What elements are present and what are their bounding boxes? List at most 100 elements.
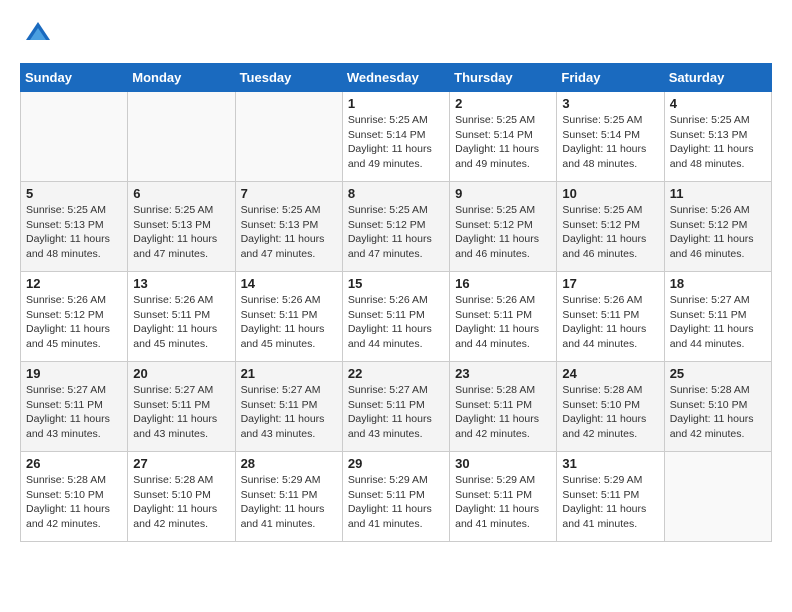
day-info: Sunrise: 5:27 AM Sunset: 5:11 PM Dayligh… bbox=[26, 383, 122, 442]
day-number: 1 bbox=[348, 96, 444, 111]
calendar-cell: 16 Sunrise: 5:26 AM Sunset: 5:11 PM Dayl… bbox=[450, 272, 557, 362]
day-info: Sunrise: 5:29 AM Sunset: 5:11 PM Dayligh… bbox=[241, 473, 337, 532]
calendar-cell: 24 Sunrise: 5:28 AM Sunset: 5:10 PM Dayl… bbox=[557, 362, 664, 452]
calendar-cell: 20 Sunrise: 5:27 AM Sunset: 5:11 PM Dayl… bbox=[128, 362, 235, 452]
calendar-cell: 17 Sunrise: 5:26 AM Sunset: 5:11 PM Dayl… bbox=[557, 272, 664, 362]
page-header bbox=[20, 20, 772, 53]
day-header-monday: Monday bbox=[128, 64, 235, 92]
day-number: 28 bbox=[241, 456, 337, 471]
calendar-table: SundayMondayTuesdayWednesdayThursdayFrid… bbox=[20, 63, 772, 542]
day-info: Sunrise: 5:26 AM Sunset: 5:11 PM Dayligh… bbox=[241, 293, 337, 352]
day-number: 17 bbox=[562, 276, 658, 291]
day-number: 11 bbox=[670, 186, 766, 201]
day-number: 23 bbox=[455, 366, 551, 381]
day-info: Sunrise: 5:25 AM Sunset: 5:13 PM Dayligh… bbox=[26, 203, 122, 262]
day-info: Sunrise: 5:26 AM Sunset: 5:12 PM Dayligh… bbox=[26, 293, 122, 352]
day-number: 16 bbox=[455, 276, 551, 291]
calendar-cell: 29 Sunrise: 5:29 AM Sunset: 5:11 PM Dayl… bbox=[342, 452, 449, 542]
day-info: Sunrise: 5:28 AM Sunset: 5:11 PM Dayligh… bbox=[455, 383, 551, 442]
day-info: Sunrise: 5:25 AM Sunset: 5:12 PM Dayligh… bbox=[455, 203, 551, 262]
calendar-cell: 25 Sunrise: 5:28 AM Sunset: 5:10 PM Dayl… bbox=[664, 362, 771, 452]
calendar-cell: 19 Sunrise: 5:27 AM Sunset: 5:11 PM Dayl… bbox=[21, 362, 128, 452]
day-number: 31 bbox=[562, 456, 658, 471]
calendar-cell: 2 Sunrise: 5:25 AM Sunset: 5:14 PM Dayli… bbox=[450, 92, 557, 182]
calendar-cell: 9 Sunrise: 5:25 AM Sunset: 5:12 PM Dayli… bbox=[450, 182, 557, 272]
day-number: 26 bbox=[26, 456, 122, 471]
calendar-cell bbox=[235, 92, 342, 182]
calendar-cell: 6 Sunrise: 5:25 AM Sunset: 5:13 PM Dayli… bbox=[128, 182, 235, 272]
day-number: 20 bbox=[133, 366, 229, 381]
day-info: Sunrise: 5:27 AM Sunset: 5:11 PM Dayligh… bbox=[241, 383, 337, 442]
day-number: 4 bbox=[670, 96, 766, 111]
day-header-friday: Friday bbox=[557, 64, 664, 92]
day-number: 29 bbox=[348, 456, 444, 471]
calendar-cell: 7 Sunrise: 5:25 AM Sunset: 5:13 PM Dayli… bbox=[235, 182, 342, 272]
day-info: Sunrise: 5:25 AM Sunset: 5:12 PM Dayligh… bbox=[348, 203, 444, 262]
day-info: Sunrise: 5:25 AM Sunset: 5:14 PM Dayligh… bbox=[562, 113, 658, 172]
day-number: 2 bbox=[455, 96, 551, 111]
day-info: Sunrise: 5:25 AM Sunset: 5:13 PM Dayligh… bbox=[241, 203, 337, 262]
day-number: 8 bbox=[348, 186, 444, 201]
day-header-sunday: Sunday bbox=[21, 64, 128, 92]
calendar-cell: 11 Sunrise: 5:26 AM Sunset: 5:12 PM Dayl… bbox=[664, 182, 771, 272]
day-info: Sunrise: 5:29 AM Sunset: 5:11 PM Dayligh… bbox=[562, 473, 658, 532]
day-header-saturday: Saturday bbox=[664, 64, 771, 92]
day-number: 12 bbox=[26, 276, 122, 291]
day-info: Sunrise: 5:26 AM Sunset: 5:12 PM Dayligh… bbox=[670, 203, 766, 262]
day-number: 9 bbox=[455, 186, 551, 201]
logo bbox=[20, 20, 52, 53]
day-info: Sunrise: 5:27 AM Sunset: 5:11 PM Dayligh… bbox=[133, 383, 229, 442]
calendar-cell: 23 Sunrise: 5:28 AM Sunset: 5:11 PM Dayl… bbox=[450, 362, 557, 452]
calendar-cell: 12 Sunrise: 5:26 AM Sunset: 5:12 PM Dayl… bbox=[21, 272, 128, 362]
calendar-cell: 3 Sunrise: 5:25 AM Sunset: 5:14 PM Dayli… bbox=[557, 92, 664, 182]
calendar-cell: 14 Sunrise: 5:26 AM Sunset: 5:11 PM Dayl… bbox=[235, 272, 342, 362]
day-number: 24 bbox=[562, 366, 658, 381]
day-info: Sunrise: 5:25 AM Sunset: 5:13 PM Dayligh… bbox=[670, 113, 766, 172]
calendar-cell: 18 Sunrise: 5:27 AM Sunset: 5:11 PM Dayl… bbox=[664, 272, 771, 362]
day-number: 6 bbox=[133, 186, 229, 201]
day-number: 22 bbox=[348, 366, 444, 381]
day-info: Sunrise: 5:25 AM Sunset: 5:13 PM Dayligh… bbox=[133, 203, 229, 262]
day-number: 3 bbox=[562, 96, 658, 111]
day-info: Sunrise: 5:26 AM Sunset: 5:11 PM Dayligh… bbox=[562, 293, 658, 352]
calendar-cell: 31 Sunrise: 5:29 AM Sunset: 5:11 PM Dayl… bbox=[557, 452, 664, 542]
day-info: Sunrise: 5:27 AM Sunset: 5:11 PM Dayligh… bbox=[348, 383, 444, 442]
day-info: Sunrise: 5:28 AM Sunset: 5:10 PM Dayligh… bbox=[26, 473, 122, 532]
logo-icon bbox=[24, 20, 52, 53]
calendar-cell: 5 Sunrise: 5:25 AM Sunset: 5:13 PM Dayli… bbox=[21, 182, 128, 272]
calendar-cell: 27 Sunrise: 5:28 AM Sunset: 5:10 PM Dayl… bbox=[128, 452, 235, 542]
day-header-wednesday: Wednesday bbox=[342, 64, 449, 92]
day-header-tuesday: Tuesday bbox=[235, 64, 342, 92]
calendar-cell: 8 Sunrise: 5:25 AM Sunset: 5:12 PM Dayli… bbox=[342, 182, 449, 272]
calendar-cell: 15 Sunrise: 5:26 AM Sunset: 5:11 PM Dayl… bbox=[342, 272, 449, 362]
calendar-cell bbox=[21, 92, 128, 182]
day-info: Sunrise: 5:25 AM Sunset: 5:14 PM Dayligh… bbox=[455, 113, 551, 172]
day-number: 18 bbox=[670, 276, 766, 291]
day-info: Sunrise: 5:26 AM Sunset: 5:11 PM Dayligh… bbox=[455, 293, 551, 352]
day-number: 27 bbox=[133, 456, 229, 471]
day-info: Sunrise: 5:25 AM Sunset: 5:12 PM Dayligh… bbox=[562, 203, 658, 262]
calendar-cell: 26 Sunrise: 5:28 AM Sunset: 5:10 PM Dayl… bbox=[21, 452, 128, 542]
day-number: 21 bbox=[241, 366, 337, 381]
calendar-cell: 28 Sunrise: 5:29 AM Sunset: 5:11 PM Dayl… bbox=[235, 452, 342, 542]
day-number: 10 bbox=[562, 186, 658, 201]
day-info: Sunrise: 5:27 AM Sunset: 5:11 PM Dayligh… bbox=[670, 293, 766, 352]
day-info: Sunrise: 5:25 AM Sunset: 5:14 PM Dayligh… bbox=[348, 113, 444, 172]
day-number: 5 bbox=[26, 186, 122, 201]
day-number: 25 bbox=[670, 366, 766, 381]
day-number: 15 bbox=[348, 276, 444, 291]
calendar-cell: 10 Sunrise: 5:25 AM Sunset: 5:12 PM Dayl… bbox=[557, 182, 664, 272]
calendar-cell: 30 Sunrise: 5:29 AM Sunset: 5:11 PM Dayl… bbox=[450, 452, 557, 542]
day-number: 30 bbox=[455, 456, 551, 471]
day-info: Sunrise: 5:29 AM Sunset: 5:11 PM Dayligh… bbox=[455, 473, 551, 532]
day-info: Sunrise: 5:26 AM Sunset: 5:11 PM Dayligh… bbox=[133, 293, 229, 352]
day-number: 13 bbox=[133, 276, 229, 291]
day-info: Sunrise: 5:26 AM Sunset: 5:11 PM Dayligh… bbox=[348, 293, 444, 352]
day-number: 14 bbox=[241, 276, 337, 291]
calendar-cell: 1 Sunrise: 5:25 AM Sunset: 5:14 PM Dayli… bbox=[342, 92, 449, 182]
calendar-cell: 22 Sunrise: 5:27 AM Sunset: 5:11 PM Dayl… bbox=[342, 362, 449, 452]
calendar-cell: 21 Sunrise: 5:27 AM Sunset: 5:11 PM Dayl… bbox=[235, 362, 342, 452]
day-number: 19 bbox=[26, 366, 122, 381]
day-info: Sunrise: 5:28 AM Sunset: 5:10 PM Dayligh… bbox=[670, 383, 766, 442]
day-header-thursday: Thursday bbox=[450, 64, 557, 92]
